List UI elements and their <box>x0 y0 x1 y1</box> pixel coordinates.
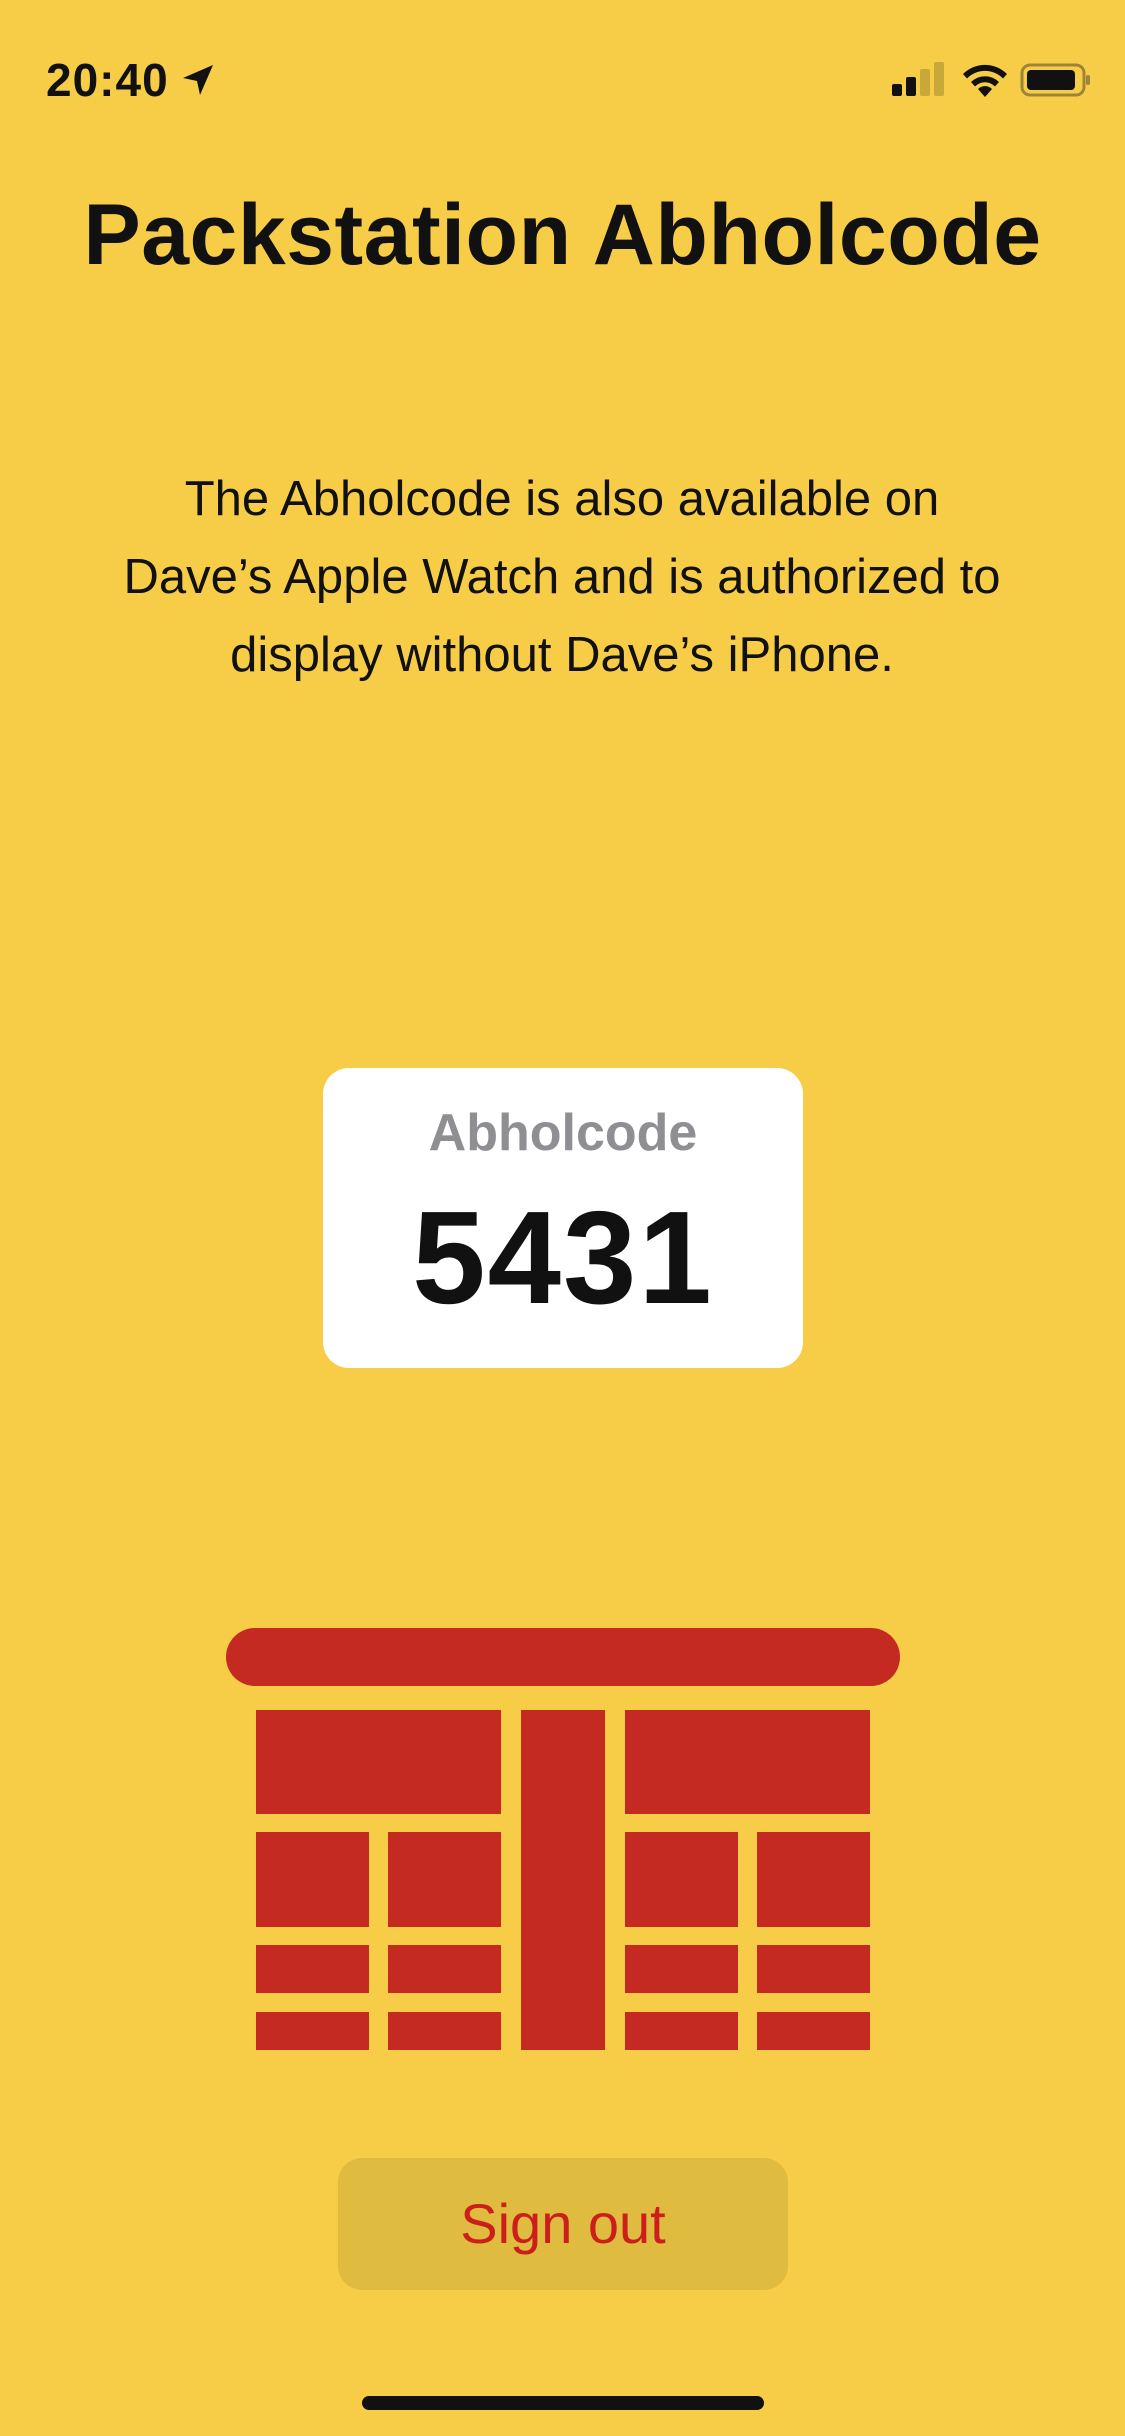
sign-out-button[interactable]: Sign out <box>338 2158 788 2290</box>
page-title: Packstation Abholcode <box>83 187 1042 283</box>
cellular-signal-icon <box>890 60 948 98</box>
packstation-locker-icon <box>226 1628 900 2050</box>
wifi-icon <box>960 60 1010 100</box>
description-text: The Abholcode is also available on Dave’… <box>123 472 1001 682</box>
status-bar: 20:40 <box>0 0 1125 150</box>
battery-icon <box>1020 62 1092 98</box>
home-indicator[interactable] <box>362 2396 764 2410</box>
abholcode-label: Abholcode <box>428 1104 698 1162</box>
abholcode-card: Abholcode 5431 <box>323 1068 803 1368</box>
location-arrow-icon <box>180 62 216 98</box>
abholcode-value: 5431 <box>412 1184 714 1331</box>
status-time: 20:40 <box>46 54 169 106</box>
